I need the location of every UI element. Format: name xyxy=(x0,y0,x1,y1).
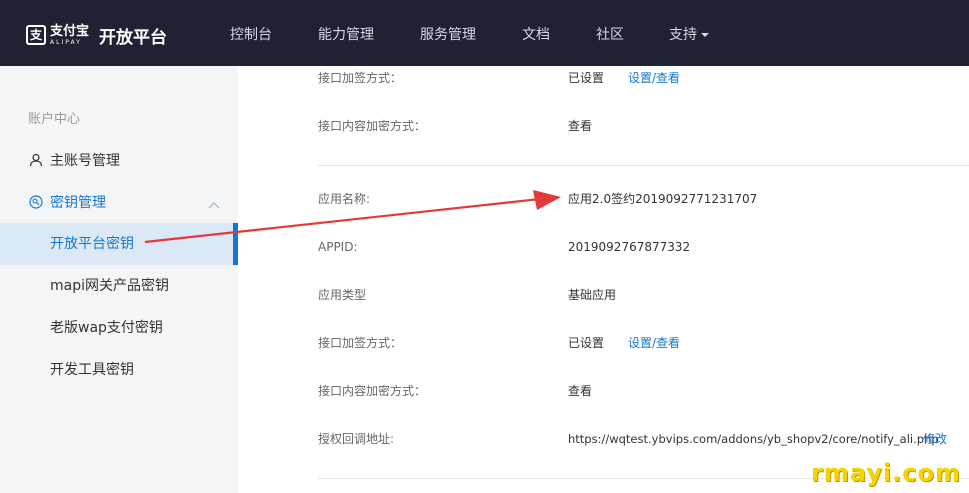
sidebar-group-key-management-label: 密钥管理 xyxy=(50,195,106,211)
row-encrypt-top: 接口内容加密方式： 查看 xyxy=(238,116,969,136)
sidebar-group-key-management[interactable]: 密钥管理 xyxy=(0,181,238,223)
nav-support[interactable]: 支持 xyxy=(669,0,709,66)
app-name-label: 应用名称: xyxy=(318,192,371,206)
callback-url-label: 授权回调地址: xyxy=(318,432,395,446)
sidebar-item-dev-tools-key[interactable]: 开发工具密钥 xyxy=(0,349,238,391)
caret-down-icon xyxy=(701,33,709,37)
encrypt-view-link[interactable]: 查看 xyxy=(568,116,592,136)
row-callback-url: 授权回调地址: https://wqtest.ybvips.com/addons… xyxy=(238,429,969,449)
row-appid: APPID: 2019092767877332 xyxy=(238,237,969,257)
main-content: 接口加签方式： 已设置 设置/查看 接口内容加密方式： 查看 应用名称: 应用2… xyxy=(238,66,969,493)
chevron-up-icon xyxy=(208,197,220,213)
app-type-value: 基础应用 xyxy=(568,288,617,302)
section-divider xyxy=(318,165,969,166)
sign-method-set-view-link[interactable]: 设置/查看 xyxy=(628,333,680,353)
nav-docs[interactable]: 文档 xyxy=(522,0,550,66)
row-sign-method: 接口加签方式： 已设置 设置/查看 xyxy=(238,333,969,353)
sign-method-label: 接口加签方式： xyxy=(318,336,403,350)
alipay-wordmark-cn: 支付宝 xyxy=(50,23,90,39)
sidebar-header: 账户中心 xyxy=(28,112,81,127)
callback-url-edit-link[interactable]: 修改 xyxy=(923,429,947,449)
sign-method-value: 已设置 xyxy=(568,336,605,350)
sign-method-label: 接口加签方式： xyxy=(318,71,403,85)
row-app-type: 应用类型 基础应用 xyxy=(238,285,969,305)
app-type-label: 应用类型 xyxy=(318,288,367,302)
alipay-wordmark-en: ALIPAY xyxy=(50,38,82,46)
user-icon xyxy=(28,152,44,168)
top-navbar: 支 支付宝 ALIPAY 开放平台 控制台 能力管理 服务管理 文档 社区 支持 xyxy=(0,0,969,66)
sidebar: 账户中心 主账号管理 密钥管理 开放平台密钥 mapi网关产品密钥 老版wap支… xyxy=(0,66,238,493)
alipay-logo-icon: 支 xyxy=(26,25,46,45)
sidebar-item-mapi-gateway-key[interactable]: mapi网关产品密钥 xyxy=(0,265,238,307)
appid-label: APPID: xyxy=(318,240,358,254)
appid-value: 2019092767877332 xyxy=(568,240,691,254)
row-sign-method-top: 接口加签方式： 已设置 设置/查看 xyxy=(238,68,969,88)
callback-url-value: https://wqtest.ybvips.com/addons/yb_shop… xyxy=(568,432,939,446)
key-icon xyxy=(28,194,44,210)
watermark: rmayi.com xyxy=(810,459,961,487)
app-name-link[interactable]: 应用2.0签约2019092771231707 xyxy=(568,189,757,209)
sidebar-item-main-account-label: 主账号管理 xyxy=(50,153,120,169)
encrypt-view-link[interactable]: 查看 xyxy=(568,381,592,401)
row-encrypt: 接口内容加密方式： 查看 xyxy=(238,381,969,401)
nav-console[interactable]: 控制台 xyxy=(230,0,272,66)
nav-support-label: 支持 xyxy=(669,27,697,43)
row-app-name: 应用名称: 应用2.0签约2019092771231707 xyxy=(238,189,969,209)
nav-capability[interactable]: 能力管理 xyxy=(318,0,374,66)
encrypt-label: 接口内容加密方式： xyxy=(318,384,427,398)
sidebar-item-main-account[interactable]: 主账号管理 xyxy=(0,139,238,181)
alipay-logo[interactable]: 支 支付宝 ALIPAY 开放平台 xyxy=(26,22,167,48)
sign-method-set-view-link[interactable]: 设置/查看 xyxy=(628,68,680,88)
sign-method-value: 已设置 xyxy=(568,71,605,85)
encrypt-label: 接口内容加密方式： xyxy=(318,119,427,133)
sidebar-item-open-platform-key[interactable]: 开放平台密钥 xyxy=(0,223,238,265)
alipay-wordmark: 支付宝 ALIPAY xyxy=(50,25,89,46)
nav-community[interactable]: 社区 xyxy=(596,0,624,66)
sidebar-item-legacy-wap-key[interactable]: 老版wap支付密钥 xyxy=(0,307,238,349)
nav-service[interactable]: 服务管理 xyxy=(420,0,476,66)
platform-title: 开放平台 xyxy=(99,27,168,48)
